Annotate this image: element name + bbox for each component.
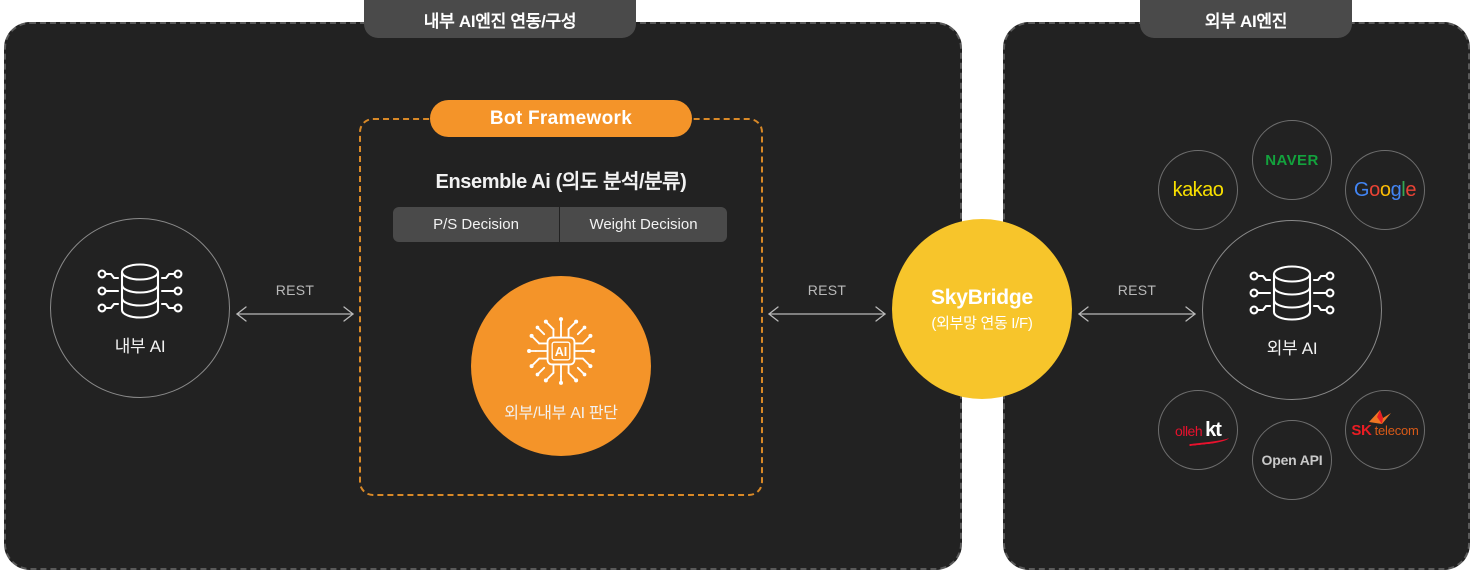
internal-ai-node: 내부 AI bbox=[50, 218, 230, 398]
ps-decision-chip[interactable]: P/S Decision bbox=[393, 207, 559, 242]
logo-sk-telecom-text: SK telecom bbox=[1351, 409, 1419, 439]
logo-open-api-text: Open API bbox=[1261, 452, 1323, 468]
sk-wing-icon bbox=[1369, 409, 1392, 424]
external-ai-node: 외부 AI bbox=[1202, 220, 1382, 400]
internal-ai-panel-tab: 내부 AI엔진 연동/구성 bbox=[364, 0, 636, 38]
database-network-icon bbox=[1249, 264, 1335, 321]
logo-olleh-kt-text: olleh kt bbox=[1175, 419, 1230, 446]
diagram-canvas: 내부 AI엔진 연동/구성 내부 AI REST Bot Framework E… bbox=[0, 0, 1474, 572]
logo-naver[interactable]: NAVER bbox=[1252, 120, 1332, 200]
external-ai-panel-tab: 외부 AI엔진 bbox=[1140, 0, 1352, 38]
logo-naver-text: NAVER bbox=[1265, 151, 1319, 169]
double-arrow-icon bbox=[1077, 306, 1197, 322]
arrow-label-rest-1: REST bbox=[275, 282, 315, 298]
logo-olleh-word: olleh bbox=[1175, 422, 1203, 439]
ai-chip-icon: AI bbox=[527, 317, 595, 385]
skybridge-subtitle: (외부망 연동 I/F) bbox=[931, 314, 1033, 332]
double-arrow-icon bbox=[235, 306, 355, 322]
logo-telecom-word: telecom bbox=[1374, 422, 1419, 438]
logo-google-text: Google bbox=[1353, 178, 1417, 201]
skybridge-node: SkyBridge (외부망 연동 I/F) bbox=[892, 219, 1072, 399]
skybridge-title: SkyBridge bbox=[930, 285, 1034, 309]
external-ai-label: 외부 AI bbox=[1266, 338, 1318, 358]
arrow-internal-to-bot: REST bbox=[234, 282, 356, 326]
arrow-label-rest-2: REST bbox=[807, 282, 847, 298]
arrow-label-rest-3: REST bbox=[1117, 282, 1157, 298]
decision-chip-row: P/S Decision Weight Decision bbox=[393, 207, 727, 242]
weight-decision-chip[interactable]: Weight Decision bbox=[560, 207, 727, 242]
logo-olleh-kt[interactable]: olleh kt bbox=[1158, 390, 1238, 470]
logo-google[interactable]: Google bbox=[1345, 150, 1425, 230]
double-arrow-icon bbox=[767, 306, 887, 322]
ai-chip-text: AI bbox=[555, 345, 568, 359]
ai-decision-node: AI 외부/내부 AI 판단 bbox=[471, 276, 651, 456]
internal-ai-label: 내부 AI bbox=[114, 336, 166, 356]
arrow-bot-to-skybridge: REST bbox=[766, 282, 888, 326]
database-network-icon bbox=[97, 262, 183, 319]
logo-kakao[interactable]: kakao bbox=[1158, 150, 1238, 230]
arrow-skybridge-to-external: REST bbox=[1076, 282, 1198, 326]
bot-framework-pill: Bot Framework bbox=[430, 100, 692, 137]
ai-decision-label: 외부/내부 AI 판단 bbox=[504, 405, 618, 422]
logo-sk-telecom[interactable]: SK telecom bbox=[1345, 390, 1425, 470]
logo-kakao-text: kakao bbox=[1172, 178, 1224, 201]
ensemble-ai-title: Ensemble Ai (의도 분석/분류) bbox=[435, 171, 687, 193]
logo-open-api[interactable]: Open API bbox=[1252, 420, 1332, 500]
